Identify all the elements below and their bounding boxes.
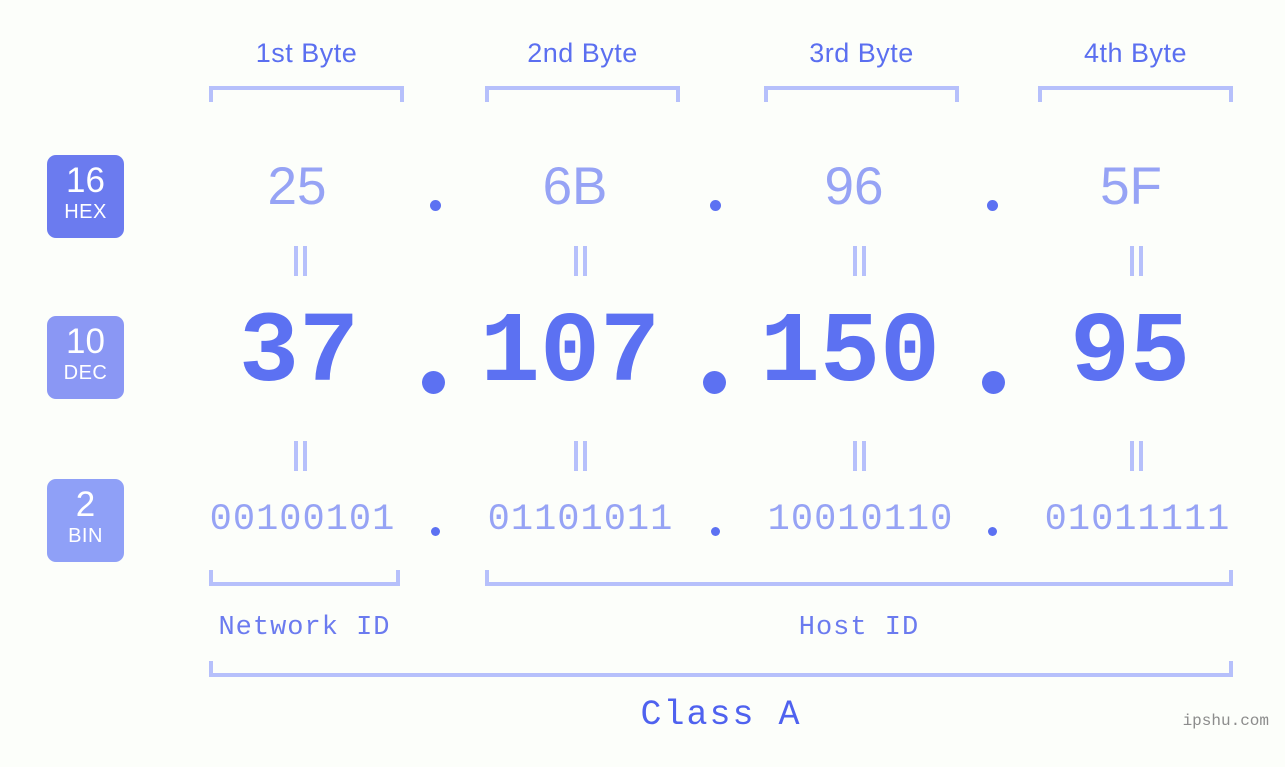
bin-byte-3: 10010110 — [767, 499, 954, 541]
byte-bracket-top-2 — [485, 86, 680, 102]
bin-separator-dot-3 — [988, 527, 997, 536]
hex-separator-dot-2 — [710, 200, 721, 211]
byte-header-3: 3rd Byte — [809, 38, 914, 68]
dec-byte-1: 37 — [238, 298, 360, 411]
host-id-bracket — [485, 570, 1233, 586]
network-id-label: Network ID — [218, 613, 391, 643]
hex-separator-dot-3 — [987, 200, 998, 211]
hex-byte-1: 25 — [267, 157, 327, 216]
dec-byte-2: 107 — [479, 298, 661, 411]
hex-byte-4: 5F — [1100, 157, 1162, 216]
radix-badge-hex-name: HEX — [64, 201, 107, 223]
ip-byte-breakdown-diagram: 1st Byte 2nd Byte 3rd Byte 4th Byte 16 H… — [0, 0, 1285, 767]
byte-bracket-top-4 — [1038, 86, 1233, 102]
hex-byte-3: 96 — [824, 157, 884, 216]
bin-separator-dot-1 — [431, 527, 440, 536]
bin-byte-1: 00100101 — [209, 499, 396, 541]
bin-byte-4: 01011111 — [1044, 499, 1231, 541]
equals-mark-dec-bin-1 — [290, 441, 310, 471]
hex-byte-2: 6B — [542, 157, 608, 216]
equals-mark-hex-dec-4 — [1126, 246, 1146, 276]
radix-badge-bin-number: 2 — [75, 485, 96, 524]
radix-badge-dec: 10 DEC — [47, 316, 124, 399]
dec-separator-dot-3 — [982, 371, 1005, 394]
bin-separator-dot-2 — [711, 527, 720, 536]
radix-badge-bin-name: BIN — [68, 525, 103, 547]
byte-bracket-top-1 — [209, 86, 404, 102]
byte-header-2: 2nd Byte — [527, 38, 638, 68]
byte-header-1: 1st Byte — [255, 38, 358, 68]
radix-badge-bin: 2 BIN — [47, 479, 124, 562]
dec-byte-3: 150 — [759, 298, 941, 411]
dec-byte-4: 95 — [1069, 298, 1191, 411]
byte-header-4: 4th Byte — [1083, 38, 1188, 68]
equals-mark-hex-dec-2 — [570, 246, 590, 276]
byte-bracket-top-3 — [764, 86, 959, 102]
equals-mark-hex-dec-1 — [290, 246, 310, 276]
radix-badge-dec-number: 10 — [66, 322, 105, 361]
network-id-bracket — [209, 570, 400, 586]
dec-separator-dot-2 — [703, 371, 726, 394]
hex-separator-dot-1 — [430, 200, 441, 211]
equals-mark-dec-bin-2 — [570, 441, 590, 471]
radix-badge-hex-number: 16 — [66, 161, 105, 200]
radix-badge-dec-name: DEC — [63, 362, 108, 384]
site-watermark: ipshu.com — [1182, 712, 1269, 730]
class-label: Class A — [640, 695, 802, 735]
equals-mark-hex-dec-3 — [849, 246, 869, 276]
equals-mark-dec-bin-4 — [1126, 441, 1146, 471]
class-bracket — [209, 661, 1233, 677]
radix-badge-hex: 16 HEX — [47, 155, 124, 238]
dec-separator-dot-1 — [422, 371, 445, 394]
host-id-label: Host ID — [798, 613, 920, 643]
equals-mark-dec-bin-3 — [849, 441, 869, 471]
bin-byte-2: 01101011 — [487, 499, 674, 541]
